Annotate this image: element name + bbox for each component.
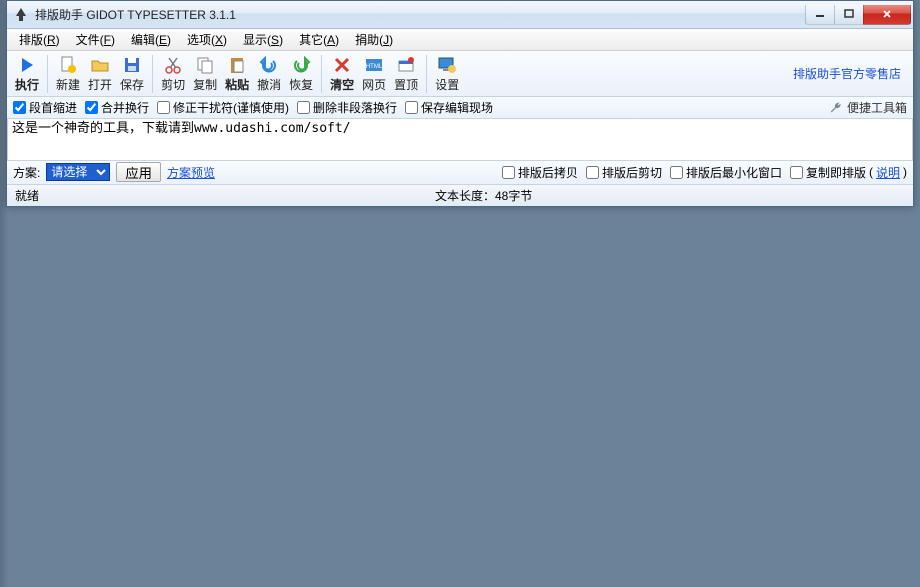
after-copy-checkbox[interactable]: 排版后拷贝 bbox=[502, 164, 578, 181]
undo-icon bbox=[259, 55, 279, 75]
status-length: 文本长度：48字节 bbox=[435, 187, 905, 204]
save-button[interactable]: 保存 bbox=[116, 53, 148, 95]
paste-button[interactable]: 粘贴 bbox=[221, 53, 253, 95]
open-button[interactable]: 打开 bbox=[84, 53, 116, 95]
redo-icon bbox=[291, 55, 311, 75]
titlebar: 排版助手 GIDOT TYPESETTER 3.1.1 bbox=[7, 1, 913, 29]
wrench-icon bbox=[829, 101, 843, 115]
top-button[interactable]: 置顶 bbox=[390, 53, 422, 95]
settings-button[interactable]: 设置 bbox=[431, 53, 463, 95]
delete-checkbox[interactable]: 删除非段落换行 bbox=[297, 99, 397, 116]
menu-s[interactable]: 显示(S) bbox=[237, 29, 289, 50]
copy-icon bbox=[195, 55, 215, 75]
cut-icon bbox=[163, 55, 183, 75]
store-link[interactable]: 排版助手官方零售店 bbox=[793, 65, 909, 82]
redo-button[interactable]: 恢复 bbox=[285, 53, 317, 95]
web-button[interactable]: HTML 网页 bbox=[358, 53, 390, 95]
menu-r[interactable]: 排版(R) bbox=[13, 29, 66, 50]
apply-button[interactable]: 应用 bbox=[116, 162, 161, 182]
main-editor[interactable] bbox=[8, 119, 912, 157]
pin-icon bbox=[396, 55, 416, 75]
monitor-gear-icon bbox=[437, 55, 457, 75]
cut-button[interactable]: 剪切 bbox=[157, 53, 189, 95]
after-cut-checkbox[interactable]: 排版后剪切 bbox=[586, 164, 662, 181]
menu-f[interactable]: 文件(F) bbox=[70, 29, 121, 50]
menu-j[interactable]: 捐助(J) bbox=[349, 29, 399, 50]
paste-icon bbox=[227, 55, 247, 75]
explain-link[interactable]: 说明 bbox=[876, 164, 900, 181]
menubar: 排版(R)文件(F)编辑(E)选项(X)显示(S)其它(A)捐助(J) bbox=[7, 29, 913, 51]
indent-checkbox[interactable]: 段首缩进 bbox=[13, 99, 77, 116]
maximize-button[interactable] bbox=[834, 5, 864, 25]
merge-checkbox[interactable]: 合并换行 bbox=[85, 99, 149, 116]
close-button[interactable] bbox=[863, 5, 911, 25]
clear-button[interactable]: 清空 bbox=[326, 53, 358, 95]
clear-icon bbox=[332, 55, 352, 75]
after-min-checkbox[interactable]: 排版后最小化窗口 bbox=[670, 164, 782, 181]
toolbar: 执行 新建 打开 保存 剪切 bbox=[7, 51, 913, 97]
preview-link[interactable]: 方案预览 bbox=[167, 164, 215, 181]
options-row: 段首缩进 合并换行 修正干扰符(谨慎使用) 删除非段落换行 保存编辑现场 便捷工… bbox=[7, 97, 913, 119]
copy-typeset-checkbox[interactable]: 复制即排版(说明) bbox=[790, 164, 907, 181]
status-ready: 就绪 bbox=[15, 187, 435, 204]
menu-a[interactable]: 其它(A) bbox=[293, 29, 345, 50]
bottom-row: 方案: 请选择 应用 方案预览 排版后拷贝 排版后剪切 排版后最小化窗口 复制即… bbox=[7, 160, 913, 184]
copy-button[interactable]: 复制 bbox=[189, 53, 221, 95]
toolbox-link[interactable]: 便捷工具箱 bbox=[829, 99, 907, 116]
app-icon bbox=[13, 7, 29, 23]
window-controls bbox=[806, 5, 911, 25]
minimize-button[interactable] bbox=[805, 5, 835, 25]
scheme-label: 方案: bbox=[13, 164, 40, 181]
menu-x[interactable]: 选项(X) bbox=[181, 29, 233, 50]
html-icon: HTML bbox=[364, 55, 384, 75]
statusbar: 就绪 文本长度：48字节 bbox=[7, 184, 913, 206]
svg-text:HTML: HTML bbox=[366, 64, 383, 70]
window-title: 排版助手 GIDOT TYPESETTER 3.1.1 bbox=[35, 6, 806, 23]
menu-e[interactable]: 编辑(E) bbox=[125, 29, 177, 50]
save-icon bbox=[122, 55, 142, 75]
fix-checkbox[interactable]: 修正干扰符(谨慎使用) bbox=[157, 99, 289, 116]
undo-button[interactable]: 撤消 bbox=[253, 53, 285, 95]
play-icon bbox=[17, 55, 37, 75]
file-new-icon bbox=[58, 55, 78, 75]
new-button[interactable]: 新建 bbox=[52, 53, 84, 95]
app-window: 排版助手 GIDOT TYPESETTER 3.1.1 排版(R)文件(F)编辑… bbox=[6, 0, 914, 207]
run-button[interactable]: 执行 bbox=[11, 53, 43, 95]
scheme-select[interactable]: 请选择 bbox=[46, 163, 110, 181]
savescene-checkbox[interactable]: 保存编辑现场 bbox=[405, 99, 493, 116]
editor-area bbox=[7, 119, 913, 160]
folder-open-icon bbox=[90, 55, 110, 75]
